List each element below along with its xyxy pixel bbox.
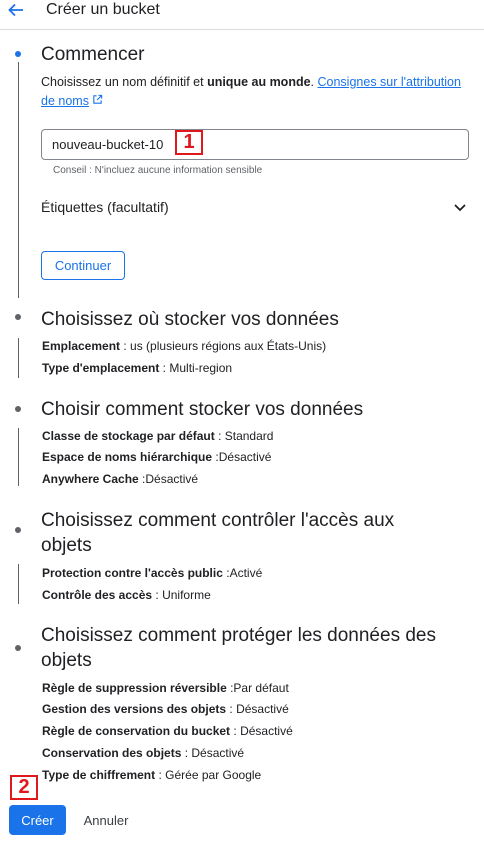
row-sep: : — [230, 724, 241, 738]
row-value: Standard — [224, 429, 274, 443]
row-sep: : — [152, 588, 163, 602]
desc-bold-text: unique au monde — [207, 75, 311, 89]
title-line: Choisissez comment protéger les données … — [41, 625, 436, 646]
row-value: Activé — [229, 566, 263, 580]
row-label: Anywhere Cache — [42, 472, 139, 486]
info-row: Type d'emplacement : Multi-region — [42, 361, 232, 375]
row-label: Type de chiffrement — [42, 768, 156, 782]
row-label: Contrôle des accès — [42, 588, 153, 602]
info-row: Règle de conservation du bucket : Désact… — [42, 724, 293, 738]
input-hint: Conseil : N'incluez aucune information s… — [53, 165, 263, 176]
labels-text: Étiquettes (facultatif) — [41, 199, 169, 215]
create-button[interactable]: Créer — [9, 805, 66, 835]
row-sep: : — [214, 429, 225, 443]
title-line: objets — [41, 650, 92, 671]
step-title-commencer: Commencer — [41, 44, 145, 65]
info-row: Conservation des objets : Désactivé — [42, 746, 244, 760]
step-title-protection: Choisissez comment protéger les données … — [41, 623, 436, 673]
info-row: Contrôle des accès : Uniforme — [42, 588, 211, 602]
name-description: Choisissez un nom définitif et unique au… — [41, 73, 471, 111]
step-title-storage: Choisir comment stocker vos données — [41, 399, 364, 420]
step-rail — [18, 428, 19, 486]
page-title: Créer un bucket — [46, 1, 160, 18]
step-rail — [18, 62, 19, 298]
step-indicator — [15, 314, 21, 320]
row-label: Conservation des objets — [42, 746, 182, 760]
row-label: Règle de suppression réversible — [42, 681, 227, 695]
info-row: Anywhere Cache :Désactivé — [42, 472, 198, 486]
row-label: Gestion des versions des objets — [42, 702, 227, 716]
step-indicator-active — [15, 51, 21, 57]
row-label: Classe de stockage par défaut — [42, 429, 215, 443]
step-title-access: Choisissez comment contrôler l'accès aux… — [41, 508, 394, 558]
row-value: Par défaut — [233, 681, 289, 695]
info-row: Protection contre l'accès public :Activé — [42, 566, 262, 580]
row-sep: : — [155, 768, 166, 782]
step-indicator — [15, 645, 21, 651]
labels-expander[interactable]: Étiquettes (facultatif) — [41, 193, 471, 223]
row-sep: : — [212, 450, 219, 464]
row-value: Désactivé — [145, 472, 199, 486]
annotation-marker-1: 1 — [175, 130, 203, 155]
desc-text: . — [310, 75, 318, 89]
step-indicator — [15, 527, 21, 533]
row-label: Protection contre l'accès public — [42, 566, 223, 580]
annotation-marker-2: 2 — [10, 775, 38, 800]
info-row: Gestion des versions des objets : Désact… — [42, 702, 289, 716]
row-sep: : — [120, 339, 131, 353]
row-value: Gérée par Google — [165, 768, 262, 782]
row-label: Règle de conservation du bucket — [42, 724, 231, 738]
step-rail — [18, 338, 19, 378]
step-rail — [18, 564, 19, 604]
title-line: Choisissez comment contrôler l'accès aux — [41, 510, 395, 531]
title-line: objets — [41, 535, 92, 556]
external-link-icon — [92, 94, 103, 108]
info-row: Règle de suppression réversible :Par déf… — [42, 681, 289, 695]
chevron-down-icon — [452, 199, 468, 215]
row-value: Désactivé — [236, 702, 289, 716]
row-label: Espace de noms hiérarchique — [42, 450, 213, 464]
cancel-button[interactable]: Annuler — [72, 805, 140, 835]
row-sep: : — [222, 566, 230, 580]
row-sep: : — [159, 361, 170, 375]
back-arrow-icon[interactable] — [6, 0, 26, 20]
app-header: Créer un bucket — [0, 0, 484, 30]
row-label: Type d'emplacement — [42, 361, 160, 375]
row-value: us (plusieurs régions aux États-Unis) — [130, 339, 327, 353]
row-label: Emplacement — [42, 339, 121, 353]
info-row: Emplacement : us (plusieurs régions aux … — [42, 339, 326, 353]
row-sep: : — [181, 746, 192, 760]
desc-text: Choisissez un nom définitif et — [41, 75, 208, 89]
row-value: Désactivé — [191, 746, 245, 760]
step-title-location: Choisissez où stocker vos données — [41, 309, 339, 330]
info-row: Type de chiffrement : Gérée par Google — [42, 768, 261, 782]
bucket-name-input[interactable] — [41, 129, 469, 160]
row-value: Désactivé — [240, 724, 293, 738]
info-row: Espace de noms hiérarchique :Désactivé — [42, 450, 271, 464]
row-value: Multi-region — [169, 361, 233, 375]
info-row: Classe de stockage par défaut : Standard — [42, 429, 273, 443]
row-value: Uniforme — [162, 588, 211, 602]
step-indicator — [15, 406, 21, 412]
continue-button[interactable]: Continuer — [41, 251, 125, 280]
row-value: Désactivé — [218, 450, 272, 464]
row-sep: : — [226, 702, 237, 716]
